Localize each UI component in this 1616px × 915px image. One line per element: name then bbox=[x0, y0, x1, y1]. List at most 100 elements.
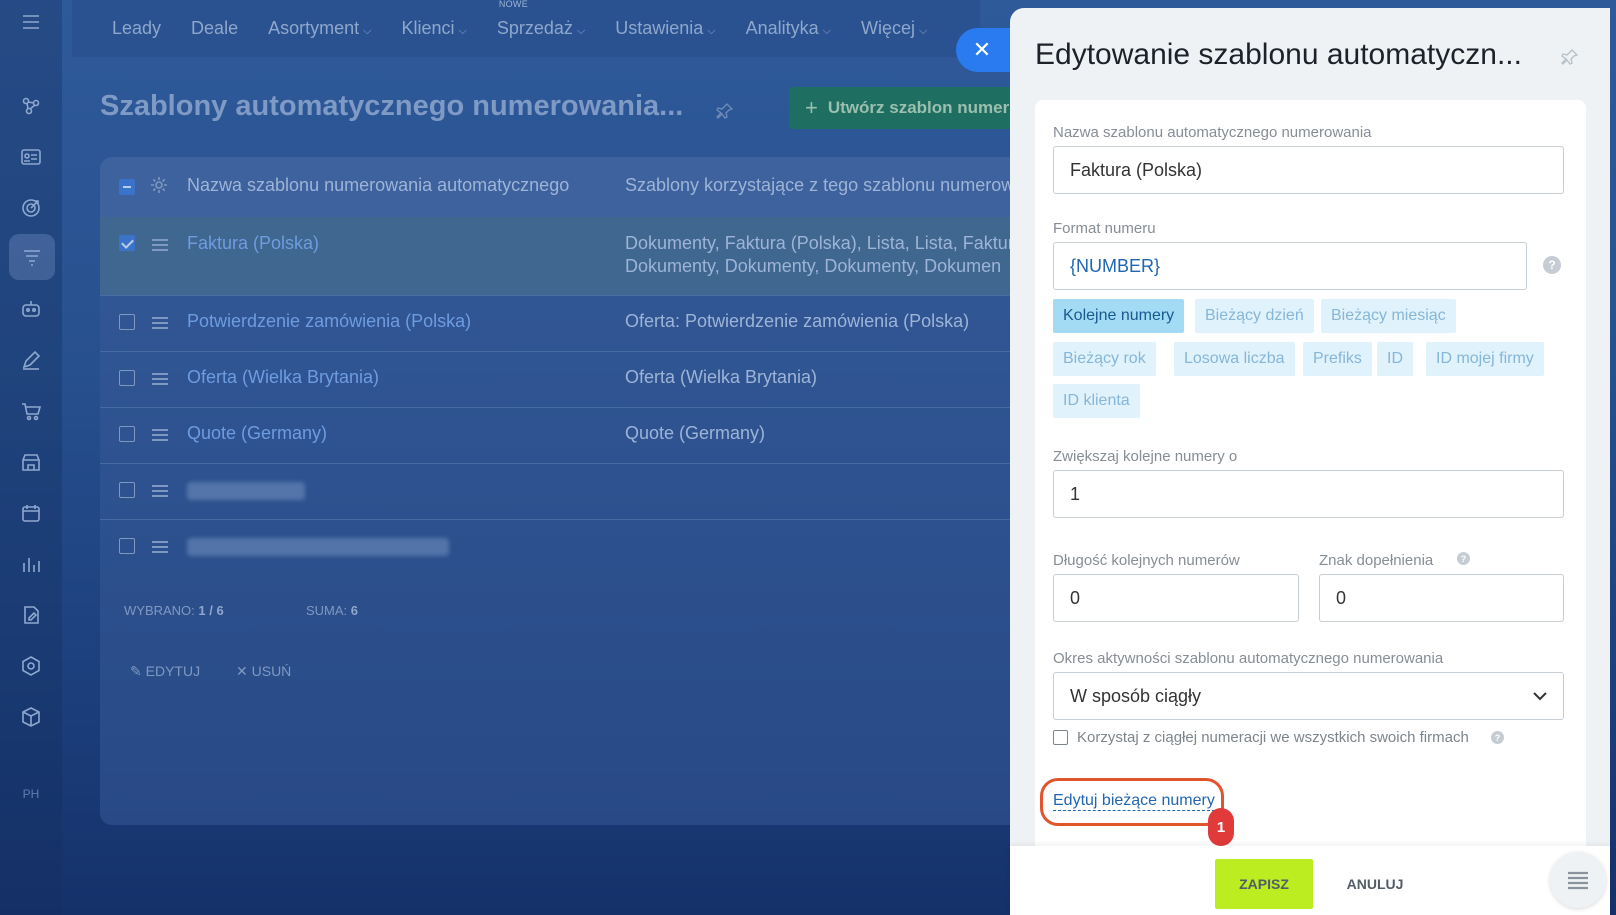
row-checkbox[interactable] bbox=[119, 235, 135, 251]
edit-form: Nazwa szablonu automatycznego numerowani… bbox=[1035, 100, 1586, 860]
column-header-name[interactable]: Nazwa szablonu numerowania automatyczneg… bbox=[187, 175, 569, 196]
pad-label: Znak dopełnienia bbox=[1319, 552, 1434, 569]
nav-item-klienci[interactable]: Klienci ⌵ bbox=[401, 18, 466, 39]
panel-title: Edytowanie szablonu automatyczn... bbox=[1035, 38, 1522, 71]
drag-handle-icon[interactable] bbox=[152, 373, 168, 385]
list-icon bbox=[1568, 871, 1588, 890]
selected-counter: WYBRANO: 1 / 6 bbox=[124, 603, 224, 618]
row-checkbox[interactable] bbox=[119, 538, 135, 554]
blurred-row-name bbox=[187, 482, 305, 500]
hexagon-icon[interactable] bbox=[17, 652, 45, 680]
length-label: Długość kolejnych numerów bbox=[1053, 552, 1240, 569]
format-input[interactable]: {NUMBER} bbox=[1053, 242, 1527, 290]
hamburger-menu-icon[interactable] bbox=[17, 8, 45, 36]
new-badge: NOWE bbox=[498, 0, 529, 9]
grid-header: Nazwa szablonu numerowania automatyczneg… bbox=[100, 157, 1020, 217]
help-icon[interactable]: ? bbox=[1457, 552, 1470, 565]
nav-item-deale[interactable]: Deale bbox=[191, 18, 238, 39]
row-divider bbox=[100, 407, 1020, 408]
analytics-icon[interactable] bbox=[17, 550, 45, 578]
nav-item-analityka[interactable]: Analityka ⌵ bbox=[746, 18, 831, 39]
tag-biezacy-miesiac[interactable]: Bieżący miesiąc bbox=[1321, 299, 1456, 333]
button-bar: ZAPISZ ANULUJ bbox=[1010, 846, 1610, 915]
drag-handle-icon[interactable] bbox=[152, 317, 168, 329]
blurred-row-name bbox=[187, 538, 449, 556]
help-icon[interactable]: ? bbox=[1491, 731, 1504, 744]
drag-handle-icon[interactable] bbox=[152, 429, 168, 441]
sales-funnel-icon[interactable] bbox=[9, 234, 55, 280]
document-edit-icon[interactable] bbox=[17, 601, 45, 629]
drag-handle-icon[interactable] bbox=[152, 239, 168, 251]
row-checkbox[interactable] bbox=[119, 370, 135, 386]
tag-id-mojej-firmy[interactable]: ID mojej firmy bbox=[1426, 342, 1544, 376]
increment-label: Zwiększaj kolejne numery o bbox=[1053, 448, 1238, 465]
tag-id-klienta[interactable]: ID klienta bbox=[1053, 384, 1140, 418]
nav-item-ustawienia[interactable]: Ustawienia ⌵ bbox=[615, 18, 715, 39]
tag-kolejne-numery[interactable]: Kolejne numery bbox=[1053, 299, 1185, 333]
list-menu-button[interactable] bbox=[1550, 852, 1606, 908]
row-checkbox[interactable] bbox=[119, 482, 135, 498]
pencil-icon[interactable] bbox=[17, 346, 45, 374]
nav-item-asortyment[interactable]: Asortyment ⌵ bbox=[268, 18, 371, 39]
pad-input[interactable]: 0 bbox=[1319, 574, 1564, 622]
help-icon[interactable]: ? bbox=[1543, 256, 1561, 274]
calendar-icon[interactable] bbox=[17, 499, 45, 527]
target-icon[interactable] bbox=[17, 194, 45, 222]
length-input[interactable]: 0 bbox=[1053, 574, 1299, 622]
name-label: Nazwa szablonu automatycznego numerowani… bbox=[1053, 124, 1372, 141]
period-select[interactable]: W sposób ciągły bbox=[1053, 672, 1564, 720]
rail-ph-label: PH bbox=[22, 787, 40, 801]
row-name-link[interactable]: Oferta (Wielka Brytania) bbox=[187, 367, 379, 388]
period-label: Okres aktywności szablonu automatycznego… bbox=[1053, 650, 1444, 667]
box-icon[interactable] bbox=[17, 703, 45, 731]
column-header-templates[interactable]: Szablony korzystające z tego szablonu nu… bbox=[625, 175, 1014, 196]
create-template-button[interactable]: + Utwórz szablon numer bbox=[789, 87, 1019, 129]
pin-icon[interactable] bbox=[716, 102, 734, 120]
robot-icon[interactable] bbox=[17, 295, 45, 323]
chevron-down-icon: ⌵ bbox=[707, 25, 716, 37]
cancel-button[interactable]: ANULUJ bbox=[1340, 859, 1410, 909]
delete-action-button[interactable]: ✕ USUŃ bbox=[236, 663, 291, 680]
edit-action-button[interactable]: ✎ EDYTUJ bbox=[130, 663, 200, 680]
tag-prefiks[interactable]: Prefiks bbox=[1303, 342, 1372, 376]
drag-handle-icon[interactable] bbox=[152, 541, 168, 553]
step-badge: 1 bbox=[1208, 808, 1234, 846]
store-icon[interactable] bbox=[17, 448, 45, 476]
close-panel-button[interactable]: ✕ bbox=[956, 28, 1014, 72]
save-button[interactable]: ZAPISZ bbox=[1215, 859, 1313, 909]
increment-input[interactable]: 1 bbox=[1053, 470, 1564, 518]
tag-biezacy-dzien[interactable]: Bieżący dzień bbox=[1195, 299, 1314, 333]
pin-icon[interactable] bbox=[1561, 48, 1579, 71]
chevron-down-icon: ⌵ bbox=[458, 25, 467, 37]
total-counter: SUMA: 6 bbox=[306, 603, 359, 618]
row-templates-cont: Dokumenty, Dokumenty, Dokumenty, Dokumen bbox=[625, 256, 1002, 276]
row-name-link[interactable]: Quote (Germany) bbox=[187, 423, 327, 444]
row-templates: Quote (Germany) bbox=[625, 423, 766, 443]
row-name-link[interactable]: Faktura (Polska) bbox=[187, 233, 319, 254]
drag-handle-icon[interactable] bbox=[152, 485, 168, 497]
row-checkbox[interactable] bbox=[119, 314, 135, 330]
row-divider bbox=[100, 519, 1020, 520]
select-all-checkbox[interactable] bbox=[119, 179, 135, 195]
contacts-card-icon[interactable] bbox=[17, 143, 45, 171]
continuous-numbering-checkbox[interactable] bbox=[1053, 730, 1068, 745]
tag-losowa-liczba[interactable]: Losowa liczba bbox=[1174, 342, 1295, 376]
tag-id[interactable]: ID bbox=[1377, 342, 1413, 376]
chevron-down-icon bbox=[1533, 692, 1547, 701]
gear-icon[interactable] bbox=[150, 176, 168, 194]
row-checkbox[interactable] bbox=[119, 426, 135, 442]
row-divider bbox=[100, 463, 1020, 464]
cart-icon[interactable] bbox=[17, 397, 45, 425]
tag-biezacy-rok[interactable]: Bieżący rok bbox=[1053, 342, 1156, 376]
row-name-link[interactable]: Potwierdzenie zamówienia (Polska) bbox=[187, 311, 471, 332]
name-input[interactable]: Faktura (Polska) bbox=[1053, 146, 1564, 194]
nav-item-leady[interactable]: Leady bbox=[112, 18, 161, 39]
edit-panel: Edytowanie szablonu automatyczn... Nazwa… bbox=[1010, 8, 1610, 915]
chevron-down-icon: ⌵ bbox=[919, 25, 928, 37]
edit-current-numbers-link[interactable]: Edytuj bieżące numery bbox=[1053, 792, 1215, 811]
row-templates: Oferta: Potwierdzenie zamówienia (Polska… bbox=[625, 311, 970, 331]
nav-item-sprzedaz[interactable]: NOWE Sprzedaż ⌵ bbox=[497, 0, 585, 39]
nav-item-wiecej[interactable]: Więcej ⌵ bbox=[861, 18, 927, 39]
continuous-numbering-label: Korzystaj z ciągłej numeracji we wszystk… bbox=[1077, 729, 1469, 746]
crm-icon[interactable] bbox=[17, 92, 45, 120]
